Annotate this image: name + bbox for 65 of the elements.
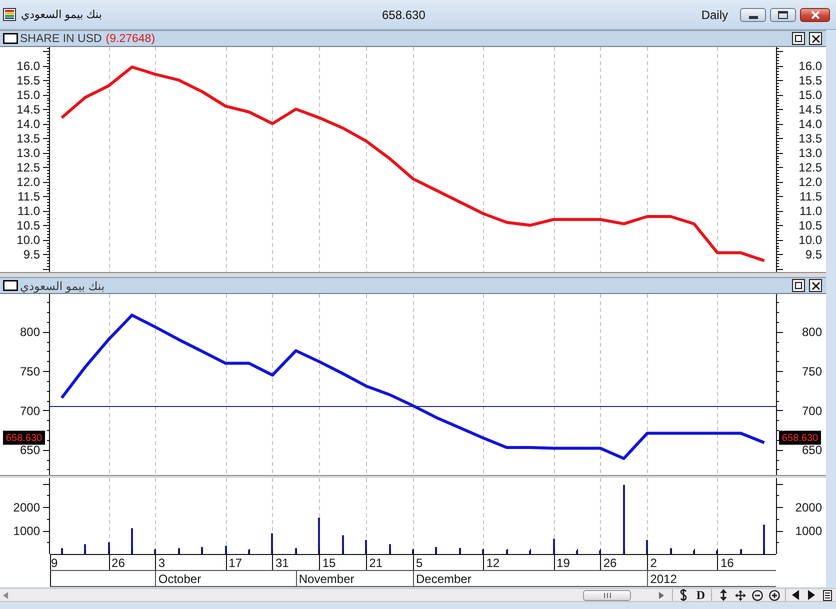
axis-label: 26 xyxy=(112,556,125,570)
axis-label: 650 xyxy=(802,443,822,458)
axis-label: 2012 xyxy=(650,572,677,586)
axis-label: 14.5 xyxy=(798,102,822,116)
axis-label: 15.5 xyxy=(798,73,822,88)
axis-label: December xyxy=(416,572,472,586)
axis-label: 3 xyxy=(158,556,166,570)
axis-label: 13.5 xyxy=(16,131,40,146)
axis-label: November xyxy=(298,572,354,586)
axis-label: 800 xyxy=(802,325,822,340)
panel-reading: (9.27648) xyxy=(106,32,156,44)
axis-label: 9.5 xyxy=(23,248,40,262)
axis-label: 12.0 xyxy=(16,175,40,189)
axis-label: 5 xyxy=(416,556,423,570)
axis-label: 750 xyxy=(802,364,822,378)
axis-label: 31 xyxy=(275,556,289,570)
axis-label: 9 xyxy=(51,556,58,570)
last-value-tag: 658.630 xyxy=(779,430,821,445)
axis-label: 15.0 xyxy=(16,88,40,102)
panel-title: بنك بيمو السعودي xyxy=(20,280,105,292)
axis-label: 16.0 xyxy=(16,58,40,73)
axis-label: 13.5 xyxy=(798,131,822,146)
axis-label: 2000 xyxy=(795,500,822,514)
axis-label: 800 xyxy=(20,325,40,340)
axis-label: 16 xyxy=(720,556,734,570)
axis-label: 11.5 xyxy=(18,190,40,204)
axis-label: 10.5 xyxy=(798,218,822,233)
axis-label: 14.0 xyxy=(798,116,822,131)
axis-label: 700 xyxy=(20,404,40,418)
panel-title: SHARE IN USD xyxy=(20,32,102,44)
axis-label: 750 xyxy=(20,364,40,378)
axis-label: 13.0 xyxy=(798,146,822,160)
axis-label: 2 xyxy=(650,556,657,570)
axis-label: 700 xyxy=(802,404,822,418)
axis-label: 11.0 xyxy=(800,204,822,218)
window-title: بنك بيمو السعودي xyxy=(21,8,102,21)
axis-label: 15.5 xyxy=(16,73,40,88)
axis-label: 12.0 xyxy=(798,175,822,189)
axis-label: 11.5 xyxy=(800,190,822,204)
axis-label: 19 xyxy=(556,556,570,570)
axis-label: 15.0 xyxy=(798,88,822,102)
axis-label: 15 xyxy=(322,556,336,570)
title-value: 658.630 xyxy=(382,8,426,22)
axis-label: 650 xyxy=(20,443,40,458)
axis-label: 12.5 xyxy=(798,160,822,174)
axis-label: 13.0 xyxy=(16,146,40,160)
axis-label: 1000 xyxy=(795,524,822,538)
axis-label: 10.0 xyxy=(16,233,40,248)
axis-label: 14.0 xyxy=(16,116,40,131)
axis-label: 26 xyxy=(603,556,617,570)
period-label: Daily xyxy=(701,8,728,22)
axis-label: October xyxy=(158,572,202,586)
axis-label: 10.0 xyxy=(798,233,822,248)
axis-label: 12.5 xyxy=(16,160,40,174)
last-value-tag: 658.630 xyxy=(3,430,45,445)
axis-label: 1000 xyxy=(13,524,40,538)
axis-label: 21 xyxy=(369,556,383,570)
axis-label: 17 xyxy=(228,556,242,570)
axis-label: 14.5 xyxy=(16,102,40,116)
axis-label: 10.5 xyxy=(16,218,40,233)
axis-label: 11.0 xyxy=(18,204,40,218)
axis-label: 9.5 xyxy=(805,248,822,262)
axis-label: 16.0 xyxy=(798,58,822,73)
axis-label: 12 xyxy=(486,556,500,570)
axis-label: 2000 xyxy=(13,500,40,514)
